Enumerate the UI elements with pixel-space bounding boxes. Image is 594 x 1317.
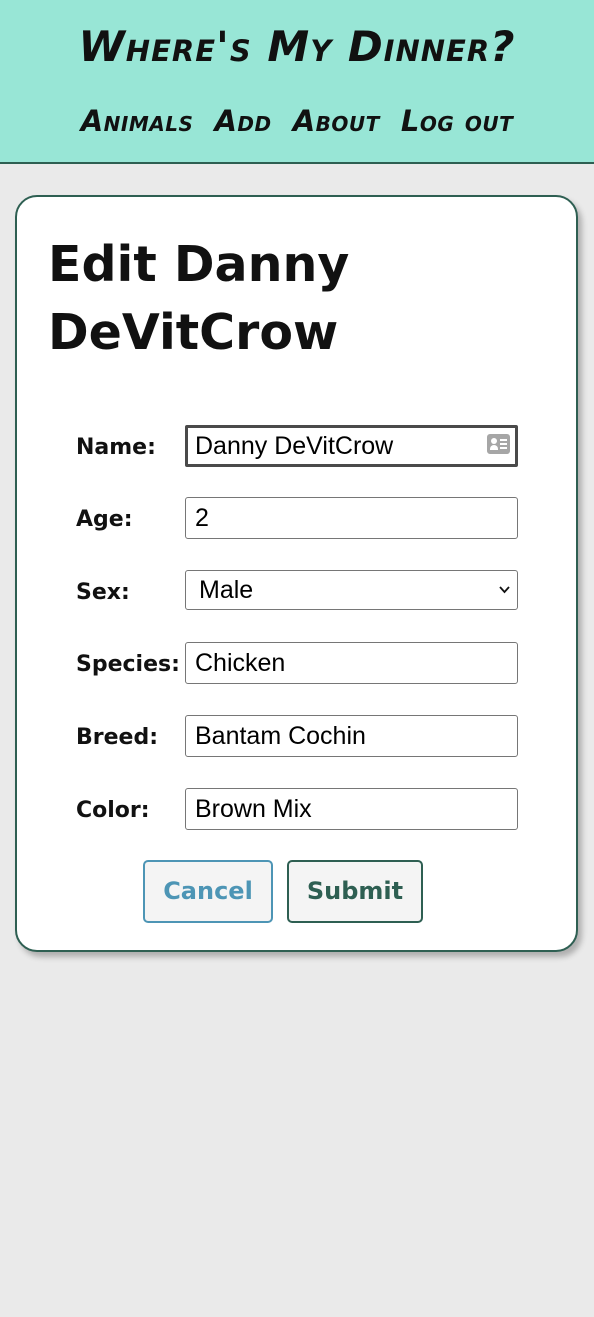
- submit-button[interactable]: Submit: [287, 860, 423, 923]
- color-input[interactable]: [185, 788, 518, 830]
- form-row-age: Age:: [17, 497, 580, 539]
- site-title: Where's My Dinner?: [78, 22, 516, 71]
- nav-link-animals[interactable]: Animals: [81, 104, 194, 138]
- sex-select-value: Male: [199, 576, 254, 604]
- cancel-button[interactable]: Cancel: [143, 860, 273, 923]
- nav-link-add[interactable]: Add: [214, 104, 271, 138]
- form-row-breed: Breed:: [17, 715, 580, 757]
- main-nav: Animals Add About Log out: [0, 104, 594, 138]
- species-label: Species:: [76, 652, 180, 677]
- age-label: Age:: [76, 507, 133, 532]
- form-row-name: Name:: [17, 425, 580, 467]
- nav-link-log-out[interactable]: Log out: [401, 104, 513, 138]
- form-row-sex: Sex: Male: [17, 570, 580, 612]
- name-input[interactable]: [185, 425, 518, 467]
- edit-animal-card: Edit Danny DeVitCrow Name: Age: Sex: Mal…: [15, 195, 578, 952]
- sex-select[interactable]: Male: [185, 570, 518, 610]
- breed-input[interactable]: [185, 715, 518, 757]
- page-title: Edit Danny DeVitCrow: [48, 236, 350, 361]
- form-row-color: Color:: [17, 788, 580, 830]
- form-row-species: Species:: [17, 642, 580, 684]
- name-label: Name:: [76, 435, 156, 460]
- nav-link-about[interactable]: About: [293, 104, 380, 138]
- sex-label: Sex:: [76, 580, 130, 605]
- site-header: Where's My Dinner? Animals Add About Log…: [0, 0, 594, 164]
- chevron-down-icon: [499, 586, 510, 594]
- color-label: Color:: [76, 798, 150, 823]
- breed-label: Breed:: [76, 725, 159, 750]
- age-input[interactable]: [185, 497, 518, 539]
- species-input[interactable]: [185, 642, 518, 684]
- contact-card-icon[interactable]: [487, 434, 510, 454]
